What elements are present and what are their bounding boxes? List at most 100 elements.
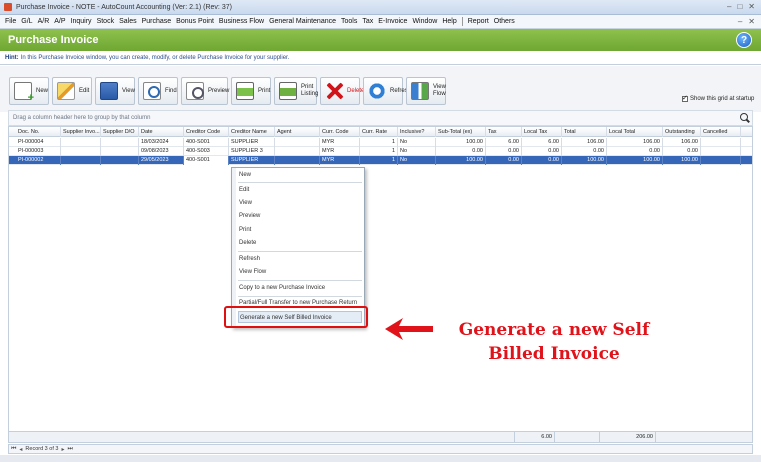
find-button[interactable]: Find: [138, 77, 178, 105]
column-header[interactable]: Creditor Name: [229, 127, 275, 137]
show-grid-option[interactable]: Show this grid at startup: [682, 94, 754, 102]
table-cell: MYR: [320, 156, 360, 165]
menu-gl[interactable]: G/L: [21, 18, 32, 25]
status-strip: [0, 455, 761, 462]
magnifier-icon: [143, 82, 161, 100]
delete-button[interactable]: Delete: [320, 77, 364, 105]
table-cell: [101, 147, 139, 156]
refresh-button[interactable]: Refresh: [363, 77, 411, 105]
column-header[interactable]: Date: [139, 127, 184, 137]
next-record-icon[interactable]: ▸: [61, 446, 64, 453]
menu-business-flow[interactable]: Business Flow: [219, 18, 264, 25]
column-header[interactable]: Local Tax: [522, 127, 562, 137]
preview-button[interactable]: Preview: [181, 77, 229, 105]
view-button[interactable]: View: [95, 77, 135, 105]
menu-inquiry[interactable]: Inquiry: [71, 18, 92, 25]
annotation-callout: Generate a new Self Billed Invoice: [434, 318, 674, 366]
table-cell: PI-000003: [16, 147, 61, 156]
show-grid-checkbox[interactable]: [682, 94, 688, 102]
table-cell: [275, 138, 320, 147]
table-row[interactable]: PI-000003 09/08/2023 400-S003 SUPPLIER 3 MYR…: [9, 147, 752, 156]
search-icon[interactable]: [740, 113, 748, 121]
edit-button-label: Edit: [79, 88, 90, 94]
annotation-line-1: Generate a new Self: [458, 320, 650, 340]
group-by-hint: Drag a column header here to group by th…: [13, 115, 151, 121]
table-cell: SUPPLIER: [229, 138, 275, 147]
help-icon[interactable]: ?: [736, 32, 752, 48]
table-cell: 400-S003: [184, 147, 229, 156]
context-menu-copy-to-new-invoice[interactable]: Copy to a new Purchase Invoice: [238, 282, 362, 294]
menu-general-maintenance[interactable]: General Maintenance: [269, 18, 336, 25]
menu-others[interactable]: Others: [494, 18, 515, 25]
table-row[interactable]: PI-000004 18/03/2024 400-S001 SUPPLIER MYR 1 N…: [9, 138, 752, 147]
menu-ap[interactable]: A/P: [54, 18, 65, 25]
selected-table-row[interactable]: ›PI-00000229/05/2023400-S001SUPPLIERMYR1…: [9, 156, 752, 165]
column-header[interactable]: Tax: [486, 127, 522, 137]
table-cell: [701, 138, 741, 147]
highlight-outline: [224, 306, 368, 328]
column-header[interactable]: Supplier Invo...: [61, 127, 101, 137]
context-menu-delete[interactable]: Delete: [238, 237, 362, 249]
context-menu-view-flow[interactable]: View Flow: [238, 266, 362, 278]
first-record-icon[interactable]: ⏮: [11, 446, 16, 453]
close-button[interactable]: ✕: [748, 2, 755, 11]
column-header[interactable]: Curr. Code: [320, 127, 360, 137]
new-button[interactable]: New: [9, 77, 49, 105]
column-header[interactable]: Creditor Code: [184, 127, 229, 137]
menu-sales[interactable]: Sales: [119, 18, 137, 25]
record-navigator: ⏮ ◂ Record 3 of 3 ▸ ⏭: [8, 444, 753, 454]
context-menu-preview[interactable]: Preview: [238, 210, 362, 222]
context-menu-view[interactable]: View: [238, 197, 362, 209]
mdi-close-button[interactable]: ✕: [748, 17, 755, 26]
menu-bar: File G/L A/R A/P Inquiry Stock Sales Pur…: [0, 15, 761, 29]
group-by-panel[interactable]: Drag a column header here to group by th…: [8, 110, 753, 126]
menu-window[interactable]: Window: [412, 18, 437, 25]
column-header[interactable]: Agent: [275, 127, 320, 137]
maximize-button[interactable]: □: [737, 2, 742, 11]
menu-help[interactable]: Help: [442, 18, 456, 25]
menu-stock[interactable]: Stock: [97, 18, 115, 25]
table-cell: MYR: [320, 147, 360, 156]
minimize-button[interactable]: –: [727, 2, 731, 11]
table-cell: 100.00: [436, 156, 486, 165]
pointer-arrow-icon: [385, 318, 433, 340]
print-button[interactable]: Print: [231, 77, 271, 105]
previous-record-icon[interactable]: ◂: [19, 446, 22, 453]
refresh-icon: [368, 82, 386, 100]
table-cell: 1: [360, 147, 398, 156]
context-menu-print[interactable]: Print: [238, 224, 362, 236]
menu-tools[interactable]: Tools: [341, 18, 357, 25]
menu-e-invoice[interactable]: E-Invoice: [378, 18, 407, 25]
menu-report[interactable]: Report: [468, 18, 489, 25]
column-header[interactable]: Sub-Total (ex): [436, 127, 486, 137]
footer-outstanding-cell: [655, 432, 693, 442]
table-cell: No: [398, 147, 436, 156]
column-header[interactable]: Curr. Rate: [360, 127, 398, 137]
view-document-icon: [100, 82, 118, 100]
edit-button[interactable]: Edit: [52, 77, 92, 105]
menu-purchase[interactable]: Purchase: [142, 18, 172, 25]
mdi-minimize-button[interactable]: –: [738, 17, 742, 26]
column-header[interactable]: Supplier D/O: [101, 127, 139, 137]
column-header[interactable]: Inclusive?: [398, 127, 436, 137]
context-menu-refresh[interactable]: Refresh: [238, 253, 362, 265]
column-header[interactable]: Local Total: [607, 127, 663, 137]
grid-footer: 6.00 206.00: [8, 432, 753, 443]
menu-ar[interactable]: A/R: [38, 18, 50, 25]
menu-bonus-point[interactable]: Bonus Point: [176, 18, 214, 25]
column-header[interactable]: Total: [562, 127, 607, 137]
context-menu-new[interactable]: New: [238, 169, 362, 181]
context-menu-edit[interactable]: Edit: [238, 184, 362, 196]
table-cell: [701, 156, 741, 165]
delete-x-icon: [325, 82, 343, 100]
menu-tax[interactable]: Tax: [362, 18, 373, 25]
table-cell: SUPPLIER 3: [229, 147, 275, 156]
column-header[interactable]: Doc. No.: [16, 127, 61, 137]
column-header[interactable]: Cancelled: [701, 127, 741, 137]
last-record-icon[interactable]: ⏭: [67, 446, 72, 453]
print-listing-button[interactable]: Print Listing: [274, 77, 318, 105]
view-flow-button[interactable]: View Flow: [406, 77, 446, 105]
hint-bar: Hint: In this Purchase Invoice window, y…: [0, 51, 761, 65]
column-header[interactable]: Outstanding: [663, 127, 701, 137]
menu-file[interactable]: File: [5, 18, 16, 25]
